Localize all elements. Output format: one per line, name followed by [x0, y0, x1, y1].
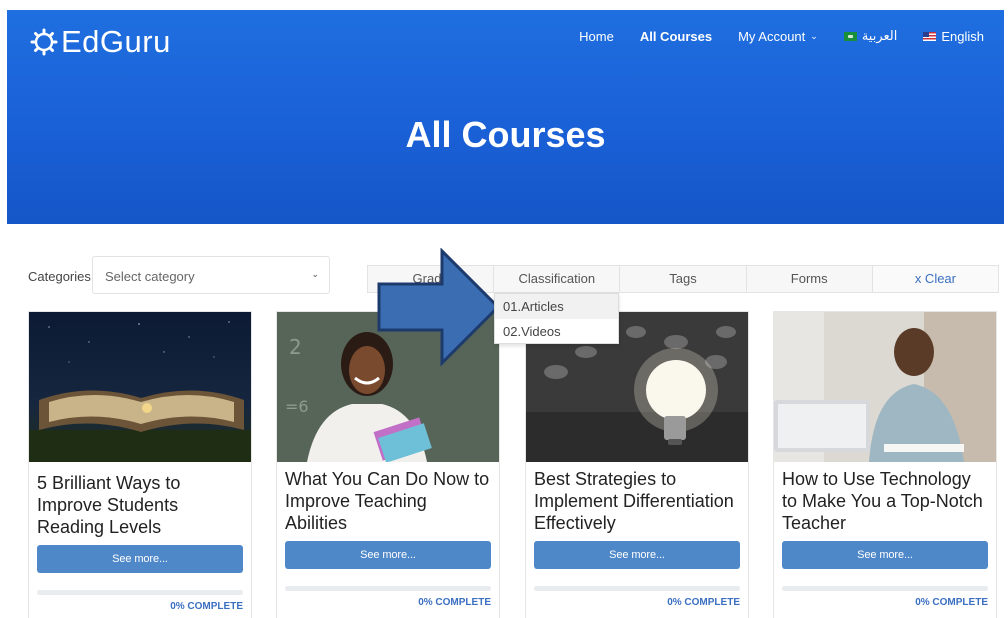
nav-all-courses-label: All Courses [639, 28, 713, 44]
progress-status: 0% COMPLETE [667, 597, 740, 608]
see-more-button[interactable]: See more... [782, 541, 988, 569]
progress-status: 0% COMPLETE [915, 597, 988, 608]
course-thumbnail-book-night[interactable] [29, 312, 251, 462]
gear-logo-icon [30, 28, 58, 56]
saudi-flag-icon [843, 31, 857, 41]
course-title[interactable]: How to Use Technology to Make You a Top-… [774, 462, 996, 538]
course-card[interactable]: 5 Brilliant Ways to Improve Students Rea… [28, 311, 252, 618]
nav-language-arabic[interactable]: العربية [843, 28, 898, 44]
tab-forms[interactable]: Forms [745, 265, 873, 293]
course-thumbnail-laptop-teacher[interactable] [774, 312, 996, 462]
categories-label: Categories [28, 269, 91, 284]
course-title[interactable]: What You Can Do Now to Improve Teaching … [277, 462, 499, 538]
course-card[interactable]: How to Use Technology to Make You a Top-… [773, 311, 997, 618]
svg-text:2: 2 [289, 335, 302, 359]
nav-language-english[interactable]: English [923, 29, 984, 44]
nav-home[interactable]: Home [579, 29, 614, 44]
tab-classification[interactable]: Classification [493, 265, 621, 293]
nav-home-label: Home [579, 28, 614, 44]
progress-status: 0% COMPLETE [170, 601, 243, 612]
tab-tags[interactable]: Tags [619, 265, 747, 293]
progress-bar [285, 586, 491, 591]
clear-filters-button[interactable]: x Clear [871, 265, 1000, 293]
progress-bar [534, 586, 740, 591]
brand-logo[interactable]: EdGuru [29, 24, 171, 60]
main-nav: Home All Courses My Account ⌄ العربية En… [579, 28, 984, 44]
us-flag-icon [923, 31, 937, 41]
annotation-arrow [377, 248, 501, 366]
category-select-value: Select category [105, 269, 195, 284]
nav-all-courses[interactable]: All Courses [640, 29, 712, 44]
dropdown-item-articles[interactable]: 01.Articles [495, 294, 618, 319]
chevron-down-icon: ⌄ [810, 30, 818, 41]
nav-my-account-label: My Account [738, 28, 806, 44]
classification-dropdown: 01.Articles 02.Videos [494, 293, 619, 344]
course-card[interactable]: Best Strategies to Implement Differentia… [525, 311, 749, 618]
see-more-button[interactable]: See more... [534, 541, 740, 569]
brand-name: EdGuru [61, 24, 171, 59]
hero-banner: EdGuru Home All Courses My Account ⌄ الع… [7, 10, 1004, 224]
course-filters: Categories Select category ⌄ Grade Class… [28, 256, 1000, 296]
svg-text:=6: =6 [285, 397, 309, 416]
chevron-down-icon: ⌄ [311, 269, 319, 279]
progress-bar [782, 586, 988, 591]
course-title[interactable]: Best Strategies to Implement Differentia… [526, 462, 748, 538]
see-more-button[interactable]: See more... [285, 541, 491, 569]
dropdown-item-videos[interactable]: 02.Videos [495, 319, 618, 344]
progress-status: 0% COMPLETE [418, 597, 491, 608]
page-title: All Courses [405, 114, 606, 155]
nav-english-label: English [941, 28, 984, 44]
nav-my-account[interactable]: My Account ⌄ [738, 29, 818, 44]
see-more-button[interactable]: See more... [37, 545, 243, 573]
nav-arabic-label: العربية [861, 28, 898, 43]
progress-bar [37, 590, 243, 595]
course-title[interactable]: 5 Brilliant Ways to Improve Students Rea… [29, 462, 251, 544]
category-select[interactable]: Select category ⌄ [92, 256, 330, 294]
